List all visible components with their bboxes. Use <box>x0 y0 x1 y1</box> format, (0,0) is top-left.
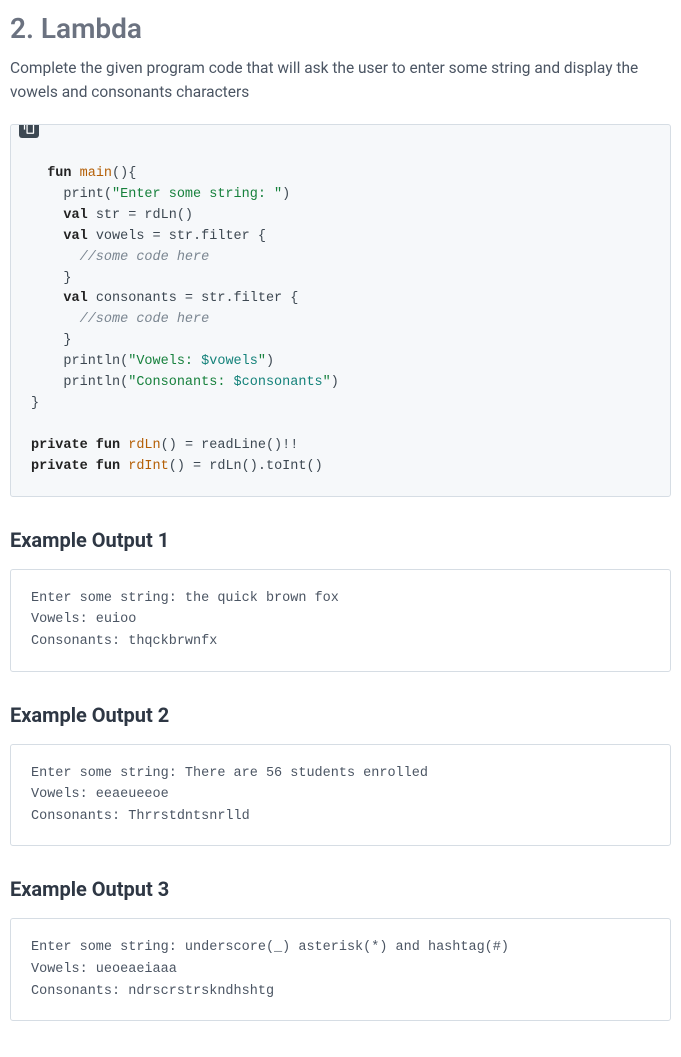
code-text: print( <box>31 187 112 202</box>
code-keyword: private fun <box>31 438 120 453</box>
code-text: ) <box>331 375 339 390</box>
example-output-1: Enter some string: the quick brown fox V… <box>10 569 671 672</box>
code-text <box>31 250 80 265</box>
code-text: } <box>31 396 39 411</box>
code-fn-rdln: rdLn <box>128 438 160 453</box>
section-description: Complete the given program code that wil… <box>10 56 671 104</box>
code-fn-rdint: rdInt <box>128 459 169 474</box>
copy-icon[interactable] <box>19 124 39 138</box>
code-string: "Enter some string: " <box>112 187 282 202</box>
code-text: () = rdLn().toInt() <box>169 459 323 474</box>
example-title-1: Example Output 1 <box>10 525 671 555</box>
code-keyword: private fun <box>31 459 120 474</box>
code-text: } <box>31 333 72 348</box>
code-comment: //some code here <box>80 312 210 327</box>
code-text: ) <box>282 187 290 202</box>
section-title: 2. Lambda <box>10 8 671 50</box>
code-keyword: fun <box>47 166 71 181</box>
example-title-3: Example Output 3 <box>10 874 671 904</box>
code-text: } <box>31 271 72 286</box>
code-keyword: val <box>63 291 87 306</box>
code-block: fun main(){ print("Enter some string: ")… <box>10 124 671 497</box>
code-string: "Vowels: <box>128 354 201 369</box>
code-interp: $consonants <box>234 375 323 390</box>
code-string: " <box>323 375 331 390</box>
code-interp: $vowels <box>201 354 258 369</box>
code-comment: //some code here <box>80 250 210 265</box>
example-output-2: Enter some string: There are 56 students… <box>10 744 671 847</box>
code-text: (){ <box>112 166 136 181</box>
code-text: ) <box>266 354 274 369</box>
code-text: println( <box>31 354 128 369</box>
code-string: "Consonants: <box>128 375 233 390</box>
example-output-3: Enter some string: underscore(_) asteris… <box>10 918 671 1021</box>
code-text: () = readLine()!! <box>161 438 299 453</box>
code-fn-main: main <box>80 166 112 181</box>
code-keyword: val <box>63 229 87 244</box>
example-title-2: Example Output 2 <box>10 700 671 730</box>
code-string: " <box>258 354 266 369</box>
code-text <box>31 312 80 327</box>
code-keyword: val <box>63 208 87 223</box>
code-text: println( <box>31 375 128 390</box>
